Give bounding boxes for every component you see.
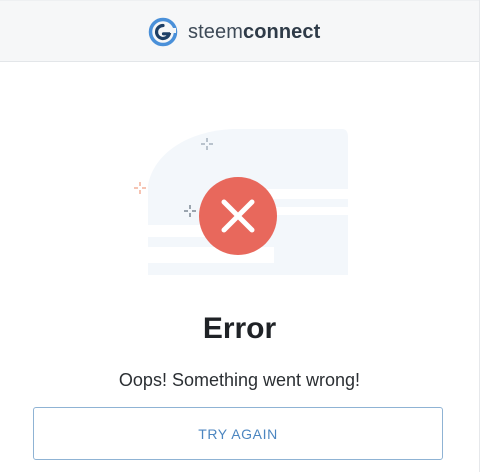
brand-logo: steemconnect (148, 17, 320, 47)
try-again-button[interactable]: TRY AGAIN (33, 407, 443, 460)
page: steemconnect Error Oops! Something went … (0, 0, 480, 472)
brand-name-light: steem (188, 20, 243, 43)
error-x-icon (199, 177, 277, 255)
error-message: Oops! Something went wrong! (118, 370, 361, 390)
header-bar: steemconnect (0, 0, 479, 62)
error-illustration (134, 129, 348, 275)
brand-name: steemconnect (188, 21, 320, 44)
sparkle-icon (134, 182, 146, 194)
brand-name-bold: connect (242, 20, 321, 43)
error-title: Error (202, 312, 277, 345)
steemconnect-logo-icon (148, 17, 178, 47)
